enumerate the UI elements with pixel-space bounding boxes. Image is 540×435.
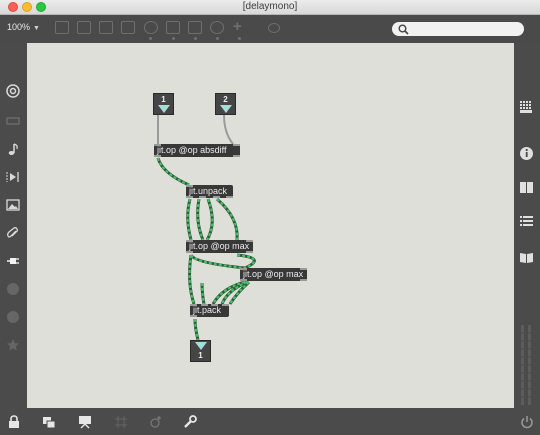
object-jit-pack[interactable]: jit.pack: [190, 304, 229, 317]
menu-dot: [216, 37, 219, 40]
patch-cord[interactable]: [223, 114, 234, 145]
lock-icon[interactable]: [7, 415, 21, 429]
zoom-label: 100%: [7, 22, 31, 32]
chevron-down-icon: ▼: [33, 25, 40, 32]
menu-dot: [238, 37, 241, 40]
patch-outlet-1[interactable]: 1: [190, 340, 211, 362]
menu-dot: [172, 37, 175, 40]
target-icon[interactable]: [6, 84, 20, 98]
inlet-number: 2: [223, 95, 228, 104]
add-object-icon[interactable]: +: [233, 18, 242, 35]
menu-dot: [194, 37, 197, 40]
music-note-icon[interactable]: [6, 142, 20, 156]
arrow-down-icon: [220, 105, 232, 113]
b-circle-icon[interactable]: [6, 310, 20, 324]
book-icon[interactable]: [519, 180, 534, 195]
image-icon[interactable]: [6, 198, 20, 212]
inlet-number: 1: [161, 95, 166, 104]
arrow-down-icon: [195, 342, 207, 350]
search-icon: [398, 24, 409, 35]
grid-icon[interactable]: [114, 415, 128, 429]
media-play-icon[interactable]: [6, 170, 20, 184]
power-icon[interactable]: [520, 415, 534, 429]
toggle-icon[interactable]: [121, 21, 135, 34]
outlet-number: 1: [198, 351, 203, 360]
menu-dot: [149, 37, 152, 40]
new-view-icon[interactable]: [42, 415, 56, 429]
patcher-canvas[interactable]: 1 2 jit.op @op absdiff jit.unpack jit.op…: [27, 43, 514, 408]
object-text: jit.unpack: [189, 186, 228, 196]
dial-icon[interactable]: [210, 21, 224, 34]
presentation-mode-icon[interactable]: [78, 415, 92, 429]
object-text: jit.op @op max: [243, 269, 304, 279]
inspector-paint-icon[interactable]: [268, 23, 280, 33]
play-icon[interactable]: [166, 21, 180, 34]
keyboard-icon[interactable]: [6, 114, 20, 128]
object-text: jit.op @op absdiff: [157, 145, 227, 155]
plug-icon[interactable]: [6, 254, 20, 268]
snap-icon[interactable]: [149, 415, 163, 429]
object-jit-unpack[interactable]: jit.unpack: [186, 185, 233, 198]
book-open-icon[interactable]: [519, 250, 534, 265]
paperclip-icon[interactable]: [6, 226, 20, 240]
object-text: jit.pack: [193, 305, 222, 315]
star-icon[interactable]: [6, 338, 20, 352]
patch-inlet-2[interactable]: 2: [215, 93, 236, 115]
level-meter: [520, 325, 532, 405]
object-text: jit.op @op max: [189, 241, 250, 251]
info-circle-icon[interactable]: [6, 282, 20, 296]
list-icon[interactable]: [519, 214, 534, 229]
message-icon[interactable]: [99, 21, 113, 34]
mute-icon[interactable]: [77, 21, 91, 34]
presentation-icon[interactable]: [55, 21, 69, 34]
grid-dots-icon[interactable]: [519, 100, 534, 115]
title-bar: [delaymono]: [0, 0, 540, 15]
search-input[interactable]: [392, 22, 524, 36]
info-icon[interactable]: [519, 146, 534, 161]
slider-icon[interactable]: [188, 21, 202, 34]
object-jit-op-max-1[interactable]: jit.op @op max: [186, 240, 253, 253]
patch-cords: [156, 114, 256, 341]
button-icon[interactable]: [144, 21, 158, 34]
patch-inlet-1[interactable]: 1: [153, 93, 174, 115]
arrow-down-icon: [158, 105, 170, 113]
zoom-menu[interactable]: 100% ▼: [7, 22, 40, 32]
wrench-icon[interactable]: [183, 415, 197, 429]
object-jit-op-absdiff[interactable]: jit.op @op absdiff: [154, 144, 240, 157]
object-jit-op-max-2[interactable]: jit.op @op max: [240, 268, 307, 281]
window-title: [delaymono]: [242, 1, 298, 12]
